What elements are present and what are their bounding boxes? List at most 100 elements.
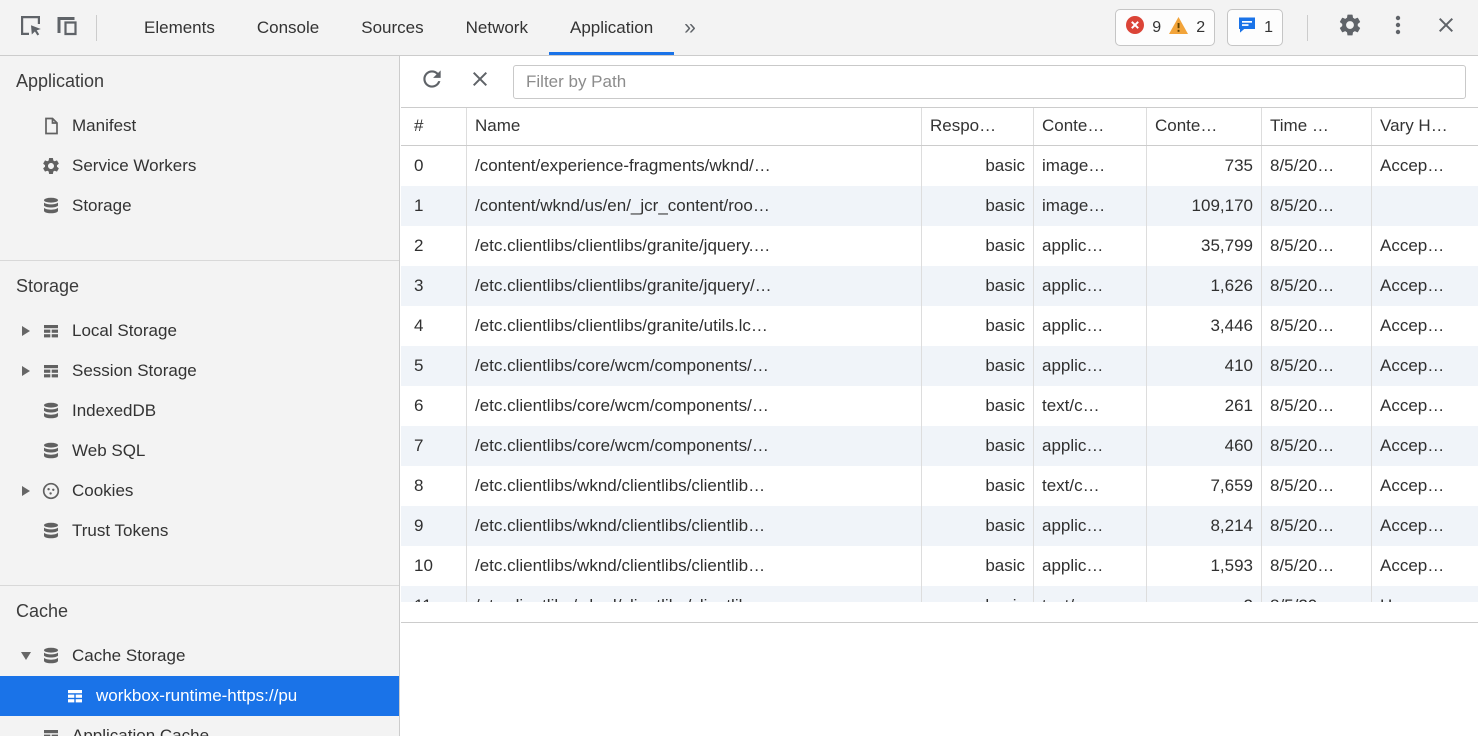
column-header-content-type[interactable]: Conte…: [1034, 108, 1147, 145]
cell-vary-header: Accep…: [1372, 306, 1478, 346]
sidebar-item-workbox-runtime-cache[interactable]: workbox-runtime-https://pu: [0, 676, 399, 716]
expand-arrow-icon[interactable]: [14, 486, 38, 496]
error-icon: [1125, 15, 1145, 40]
tab-elements[interactable]: Elements: [123, 0, 236, 55]
clear-x-icon: [468, 67, 492, 96]
sidebar-item-cookies[interactable]: Cookies: [0, 471, 399, 511]
table-row[interactable]: 9/etc.clientlibs/wknd/clientlibs/clientl…: [401, 506, 1478, 546]
sidebar-item-storage[interactable]: Storage: [0, 186, 399, 226]
cell-name: /etc.clientlibs/core/wcm/components/…: [467, 426, 922, 466]
cell-content-length: 7,659: [1147, 466, 1262, 506]
column-header-response-type[interactable]: Respo…: [922, 108, 1034, 145]
inspect-element-button[interactable]: [12, 10, 48, 46]
cell-name: /etc.clientlibs/clientlibs/granite/jquer…: [467, 266, 922, 306]
filter-by-path-input[interactable]: [513, 65, 1466, 99]
sidebar-item-indexeddb[interactable]: IndexedDB: [0, 391, 399, 431]
inspect-cursor-icon: [17, 12, 44, 44]
cell-content-type: applic…: [1034, 306, 1147, 346]
sidebar-item-cache-storage[interactable]: Cache Storage: [0, 636, 399, 676]
refresh-button[interactable]: [415, 65, 449, 99]
settings-button[interactable]: [1332, 10, 1368, 46]
expand-arrow-icon[interactable]: [14, 326, 38, 336]
cell-vary-header: Accep…: [1372, 386, 1478, 426]
more-options-button[interactable]: [1380, 10, 1416, 46]
cell-content-length: 8,214: [1147, 506, 1262, 546]
sidebar-item-application-cache[interactable]: Application Cache: [0, 716, 399, 736]
table-row[interactable]: 11/etc.clientlibs/wknd/clientlibs/client…: [401, 586, 1478, 602]
cell-time-cached: 8/5/20…: [1262, 266, 1372, 306]
table-row[interactable]: 1/content/wknd/us/en/_jcr_content/roo…ba…: [401, 186, 1478, 226]
table-row[interactable]: 3/etc.clientlibs/clientlibs/granite/jque…: [401, 266, 1478, 306]
cell-time-cached: 8/5/20…: [1262, 346, 1372, 386]
cell-time-cached: 8/5/20…: [1262, 186, 1372, 226]
table-row[interactable]: 8/etc.clientlibs/wknd/clientlibs/clientl…: [401, 466, 1478, 506]
cell-time-cached: 8/5/20…: [1262, 506, 1372, 546]
sidebar-item-service-workers[interactable]: Service Workers: [0, 146, 399, 186]
gear-icon: [1337, 12, 1363, 43]
sidebar-item-label: IndexedDB: [72, 401, 156, 421]
sidebar-item-trust-tokens[interactable]: Trust Tokens: [0, 511, 399, 551]
toolbar-divider: [96, 15, 97, 41]
sidebar-item-web-sql[interactable]: Web SQL: [0, 431, 399, 471]
cell-vary-header: Accep…: [1372, 426, 1478, 466]
cell-index: 9: [401, 506, 467, 546]
table-header-row: # Name Respo… Conte… Conte… Time … Vary …: [401, 108, 1478, 146]
application-panel-sidebar: Application Manifest Service Workers: [0, 56, 400, 736]
column-header-content-length[interactable]: Conte…: [1147, 108, 1262, 145]
cell-response-type: basic: [922, 586, 1034, 602]
table-row[interactable]: 7/etc.clientlibs/core/wcm/components/…ba…: [401, 426, 1478, 466]
cell-name: /etc.clientlibs/wknd/clientlibs/clientli…: [467, 466, 922, 506]
cell-response-type: basic: [922, 146, 1034, 186]
error-count: 9: [1152, 19, 1161, 37]
sidebar-item-label: Manifest: [72, 116, 136, 136]
cell-content-type: text/c…: [1034, 586, 1147, 602]
cell-response-type: basic: [922, 546, 1034, 586]
cell-index: 10: [401, 546, 467, 586]
table-row[interactable]: 2/etc.clientlibs/clientlibs/granite/jque…: [401, 226, 1478, 266]
expand-arrow-icon[interactable]: [14, 366, 38, 376]
tab-network[interactable]: Network: [445, 0, 549, 55]
column-header-name[interactable]: Name: [467, 108, 922, 145]
more-tabs-button[interactable]: »: [674, 0, 706, 55]
tab-application[interactable]: Application: [549, 0, 674, 55]
sidebar-item-label: Application Cache: [72, 726, 209, 736]
close-devtools-button[interactable]: [1428, 10, 1464, 46]
cell-time-cached: 8/5/20…: [1262, 586, 1372, 602]
cell-index: 7: [401, 426, 467, 466]
cell-content-length: 261: [1147, 386, 1262, 426]
sidebar-item-label: Web SQL: [72, 441, 145, 461]
toggle-device-toolbar-button[interactable]: [48, 10, 84, 46]
sidebar-item-local-storage[interactable]: Local Storage: [0, 311, 399, 351]
messages-badge[interactable]: 1: [1227, 9, 1283, 46]
cache-entries-table: # Name Respo… Conte… Conte… Time … Vary …: [401, 108, 1478, 602]
table-row[interactable]: 6/etc.clientlibs/core/wcm/components/…ba…: [401, 386, 1478, 426]
toolbar-divider: [1307, 15, 1308, 41]
cell-content-type: text/c…: [1034, 386, 1147, 426]
delete-selected-button[interactable]: [463, 65, 497, 99]
column-header-vary-header[interactable]: Vary H…: [1372, 108, 1478, 145]
table-row[interactable]: 10/etc.clientlibs/wknd/clientlibs/client…: [401, 546, 1478, 586]
cell-content-type: applic…: [1034, 426, 1147, 466]
cache-storage-view: # Name Respo… Conte… Conte… Time … Vary …: [401, 56, 1478, 736]
cell-index: 11: [401, 586, 467, 602]
column-header-index[interactable]: #: [401, 108, 467, 145]
cell-name: /content/wknd/us/en/_jcr_content/roo…: [467, 186, 922, 226]
cell-content-length: 460: [1147, 426, 1262, 466]
table-row[interactable]: 4/etc.clientlibs/clientlibs/granite/util…: [401, 306, 1478, 346]
devtools-toolbar: Elements Console Sources Network Applica…: [0, 0, 1478, 56]
tab-sources[interactable]: Sources: [340, 0, 444, 55]
tab-console[interactable]: Console: [236, 0, 340, 55]
cell-name: /etc.clientlibs/core/wcm/components/…: [467, 386, 922, 426]
database-icon: [40, 400, 62, 422]
collapse-arrow-icon[interactable]: [14, 652, 38, 660]
preview-splitter[interactable]: [401, 622, 1478, 623]
sidebar-item-session-storage[interactable]: Session Storage: [0, 351, 399, 391]
table-row[interactable]: 5/etc.clientlibs/core/wcm/components/…ba…: [401, 346, 1478, 386]
sidebar-item-label: Trust Tokens: [72, 521, 168, 541]
issues-badge[interactable]: 9 2: [1115, 9, 1215, 46]
cell-response-type: basic: [922, 266, 1034, 306]
table-row[interactable]: 0/content/experience-fragments/wknd/…bas…: [401, 146, 1478, 186]
column-header-time-cached[interactable]: Time …: [1262, 108, 1372, 145]
sidebar-item-manifest[interactable]: Manifest: [0, 106, 399, 146]
cell-index: 4: [401, 306, 467, 346]
